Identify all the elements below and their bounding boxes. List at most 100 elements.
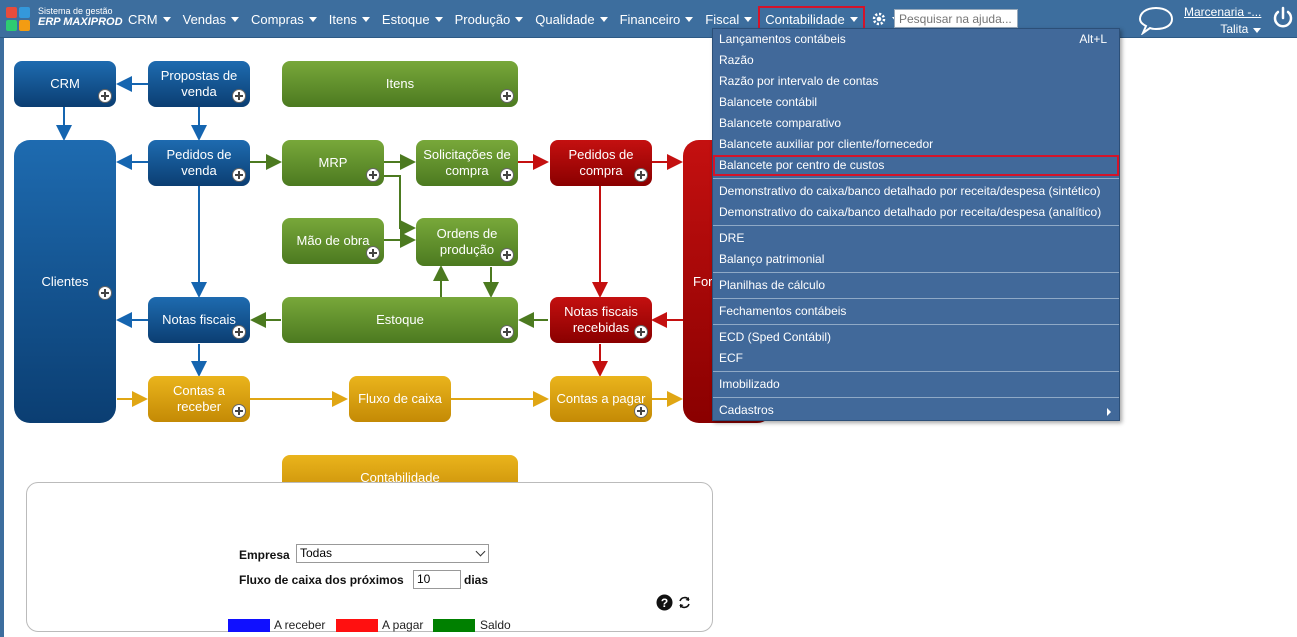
- menu-estoque[interactable]: Estoque: [382, 0, 449, 38]
- brand-name[interactable]: Sistema de gestão ERP MAXIPROD: [38, 6, 123, 29]
- dd-ecd[interactable]: ECD (Sped Contábil): [713, 327, 1119, 348]
- flow-fornecedores-label: For: [693, 273, 713, 289]
- flow-pedidos-de-venda[interactable]: Pedidos de venda: [148, 140, 250, 186]
- dd-balanco-label: Balanço patrimonial: [719, 252, 825, 266]
- dd-separator: [713, 324, 1119, 325]
- menu-producao[interactable]: Produção: [455, 0, 530, 38]
- menu-vendas[interactable]: Vendas: [183, 0, 245, 38]
- flow-contas-a-receber[interactable]: Contas a receber: [148, 376, 250, 422]
- flow-notas-fiscais-label: Notas fiscais: [162, 312, 236, 327]
- menu-producao-label: Produção: [454, 11, 511, 27]
- menu-itens-label: Itens: [328, 11, 357, 27]
- logout-button[interactable]: [1272, 6, 1294, 35]
- chevron-down-icon: [849, 16, 858, 22]
- chevron-right-icon: [1107, 408, 1111, 416]
- plus-icon[interactable]: [98, 286, 112, 300]
- plus-icon[interactable]: [634, 325, 648, 339]
- flow-crm[interactable]: CRM: [14, 61, 116, 107]
- flow-notas-fiscais-recebidas[interactable]: Notas fiscais recebidas: [550, 297, 652, 343]
- chevron-down-icon: [308, 16, 317, 22]
- gear-icon: [872, 12, 885, 26]
- dd-fechamentos-contabeis[interactable]: Fechamentos contábeis: [713, 301, 1119, 322]
- dd-demonstrativo-sintetico[interactable]: Demonstrativo do caixa/banco detalhado p…: [713, 181, 1119, 202]
- user-name-wrap[interactable]: Talita: [1184, 22, 1262, 36]
- dd-balancete-comparativo[interactable]: Balancete comparativo: [713, 113, 1119, 134]
- menu-vendas-label: Vendas: [182, 11, 226, 27]
- dd-balancete-auxiliar[interactable]: Balancete auxiliar por cliente/fornecedo…: [713, 134, 1119, 155]
- plus-icon[interactable]: [366, 168, 380, 182]
- menu-financeiro[interactable]: Financeiro: [620, 0, 700, 38]
- plus-icon[interactable]: [500, 89, 514, 103]
- flow-itens-label: Itens: [385, 76, 415, 91]
- flow-contas-pagar-label: Contas a pagar: [556, 391, 646, 406]
- legend-pagar: A pagar: [382, 618, 424, 632]
- dd-balancete-contabil[interactable]: Balancete contábil: [713, 92, 1119, 113]
- plus-icon[interactable]: [634, 168, 648, 182]
- chevron-down-icon: [1253, 28, 1262, 33]
- plus-icon[interactable]: [232, 325, 246, 339]
- flow-mao-de-obra[interactable]: Mão de obra: [282, 218, 384, 264]
- power-icon: [1273, 6, 1293, 28]
- help-circle-icon[interactable]: ?: [656, 594, 673, 611]
- empresa-select[interactable]: Todas: [296, 544, 489, 563]
- dd-balanco-patrimonial[interactable]: Balanço patrimonial: [713, 249, 1119, 270]
- flow-propostas-label: Propostas de venda: [160, 68, 238, 99]
- plus-icon[interactable]: [500, 168, 514, 182]
- dd-imobilizado-label: Imobilizado: [719, 377, 780, 391]
- flow-contas-a-pagar[interactable]: Contas a pagar: [550, 376, 652, 422]
- legend-receber: A receber: [274, 618, 326, 632]
- empresa-select-value: Todas: [300, 546, 333, 560]
- dd-demonstrativo-analitico[interactable]: Demonstrativo do caixa/banco detalhado p…: [713, 202, 1119, 223]
- dd-lancamentos-label: Lançamentos contábeis: [719, 32, 846, 46]
- user-name: Talita: [1220, 22, 1249, 36]
- plus-icon[interactable]: [98, 89, 112, 103]
- chat-button[interactable]: [1138, 5, 1174, 40]
- chevron-down-icon: [515, 16, 524, 22]
- flow-notas-fiscais[interactable]: Notas fiscais: [148, 297, 250, 343]
- plus-icon[interactable]: [232, 89, 246, 103]
- flow-fluxo-de-caixa[interactable]: Fluxo de caixa: [349, 376, 451, 422]
- plus-icon[interactable]: [366, 246, 380, 260]
- plus-icon[interactable]: [634, 404, 648, 418]
- dd-separator: [713, 298, 1119, 299]
- plus-icon[interactable]: [500, 325, 514, 339]
- menu-qualidade[interactable]: Qualidade: [535, 0, 613, 38]
- dd-separator: [713, 397, 1119, 398]
- menu-itens[interactable]: Itens: [329, 0, 376, 38]
- user-menu[interactable]: Marcenaria -... Talita: [1184, 5, 1262, 36]
- plus-icon[interactable]: [232, 168, 246, 182]
- plus-icon[interactable]: [500, 248, 514, 262]
- dd-balancete-centro-custos[interactable]: Balancete por centro de custos: [713, 155, 1119, 176]
- dd-cadastros[interactable]: Cadastros: [713, 400, 1119, 421]
- menu-crm[interactable]: CRM: [128, 0, 177, 38]
- flow-itens[interactable]: Itens: [282, 61, 518, 107]
- dd-razao[interactable]: Razão: [713, 50, 1119, 71]
- plus-icon[interactable]: [232, 404, 246, 418]
- dd-ecd-label: ECD (Sped Contábil): [719, 330, 832, 344]
- flow-solicitacoes-de-compra[interactable]: Solicitações de compra: [416, 140, 518, 186]
- flow-estoque[interactable]: Estoque: [282, 297, 518, 343]
- dd-imobilizado[interactable]: Imobilizado: [713, 374, 1119, 395]
- dd-planilhas-calculo[interactable]: Planilhas de cálculo: [713, 275, 1119, 296]
- flow-clientes[interactable]: Clientes: [14, 140, 116, 423]
- menu-compras[interactable]: Compras: [251, 0, 323, 38]
- dd-dre[interactable]: DRE: [713, 228, 1119, 249]
- dd-cadastros-label: Cadastros: [719, 403, 774, 417]
- flow-ordens-de-producao[interactable]: Ordens de produção: [416, 218, 518, 266]
- fluxo-days-suffix: dias: [464, 573, 489, 587]
- refresh-icon[interactable]: [677, 595, 692, 610]
- dd-ecf[interactable]: ECF: [713, 348, 1119, 369]
- flow-mrp[interactable]: MRP: [282, 140, 384, 186]
- maxiprod-logo-icon[interactable]: [6, 7, 32, 31]
- flow-pedidos-de-compra[interactable]: Pedidos de compra: [550, 140, 652, 186]
- help-search-input[interactable]: [894, 9, 1018, 28]
- dd-razao-intervalo[interactable]: Razão por intervalo de contas: [713, 71, 1119, 92]
- company-name[interactable]: Marcenaria -...: [1184, 5, 1261, 19]
- flow-propostas-de-venda[interactable]: Propostas de venda: [148, 61, 250, 107]
- fluxo-days-input[interactable]: 10: [413, 570, 461, 589]
- brand-title: ERP MAXIPROD: [38, 16, 123, 28]
- flow-fluxo-caixa-label: Fluxo de caixa: [358, 391, 442, 406]
- dd-lancamentos-contabeis[interactable]: Lançamentos contábeis Alt+L: [713, 29, 1119, 50]
- flow-nf-recebidas-label: Notas fiscais recebidas: [564, 304, 638, 335]
- dd-balancete-contabil-label: Balancete contábil: [719, 95, 818, 109]
